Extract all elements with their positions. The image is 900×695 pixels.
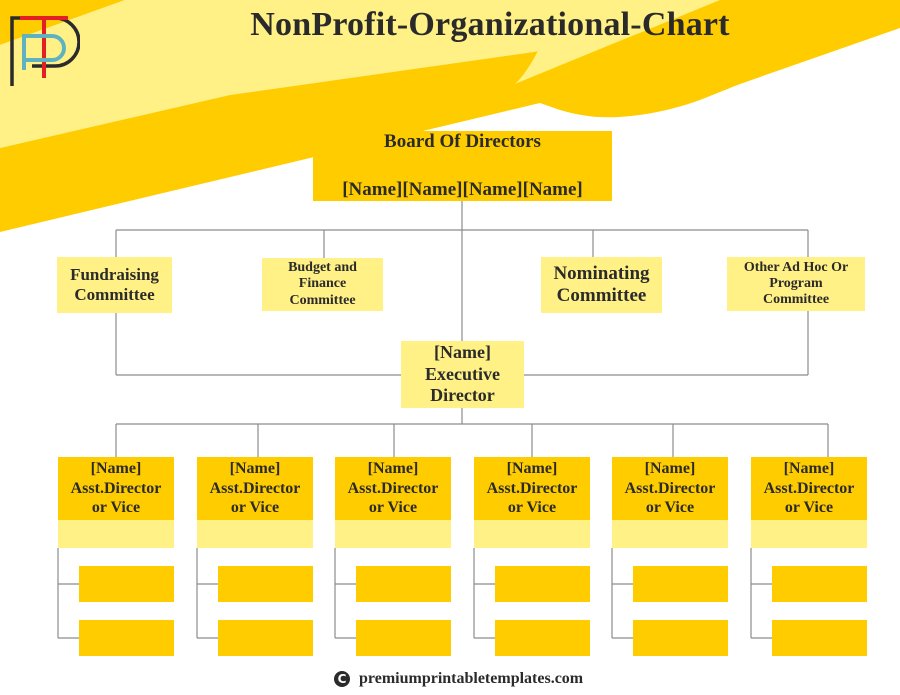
assistant-director-box: [Name] Asst.Director or Vice <box>612 457 728 520</box>
subordinate-box <box>79 620 174 656</box>
executive-director-box: [Name] Executive Director <box>401 341 524 408</box>
subordinate-box <box>495 566 590 602</box>
subordinate-box <box>772 566 867 602</box>
assistant-detail-band <box>197 520 313 548</box>
subordinate-box <box>79 566 174 602</box>
assistant-detail-band <box>335 520 451 548</box>
assistant-director-box: [Name] Asst.Director or Vice <box>335 457 451 520</box>
subordinate-box <box>495 620 590 656</box>
assistant-director-box: [Name] Asst.Director or Vice <box>58 457 174 520</box>
subordinate-box <box>356 566 451 602</box>
board-names: [Name][Name][Name][Name] <box>342 178 583 200</box>
assistant-detail-band <box>612 520 728 548</box>
subordinate-box <box>633 620 728 656</box>
assistant-director-box: [Name] Asst.Director or Vice <box>197 457 313 520</box>
subordinate-box <box>218 566 313 602</box>
footer: C premiumprintabletemplates.com <box>334 670 583 688</box>
footer-website: premiumprintabletemplates.com <box>359 670 584 687</box>
subordinate-box <box>633 566 728 602</box>
assistant-detail-band <box>751 520 867 548</box>
board-title: Board Of Directors <box>384 131 541 153</box>
other-committee-box: Other Ad Hoc Or Program Committee <box>727 257 865 311</box>
fundraising-committee-box: Fundraising Committee <box>57 257 172 313</box>
nominating-committee-box: Nominating Committee <box>541 257 662 313</box>
subordinate-box <box>772 620 867 656</box>
budget-finance-committee-box: Budget and Finance Committee <box>262 258 383 311</box>
assistant-detail-band <box>474 520 590 548</box>
assistant-detail-band <box>58 520 174 548</box>
assistant-director-box: [Name] Asst.Director or Vice <box>474 457 590 520</box>
subordinate-box <box>356 620 451 656</box>
board-of-directors-box: Board Of Directors [Name][Name][Name][Na… <box>313 131 612 201</box>
copyright-icon: C <box>334 671 350 687</box>
subordinate-box <box>218 620 313 656</box>
assistant-director-box: [Name] Asst.Director or Vice <box>751 457 867 520</box>
